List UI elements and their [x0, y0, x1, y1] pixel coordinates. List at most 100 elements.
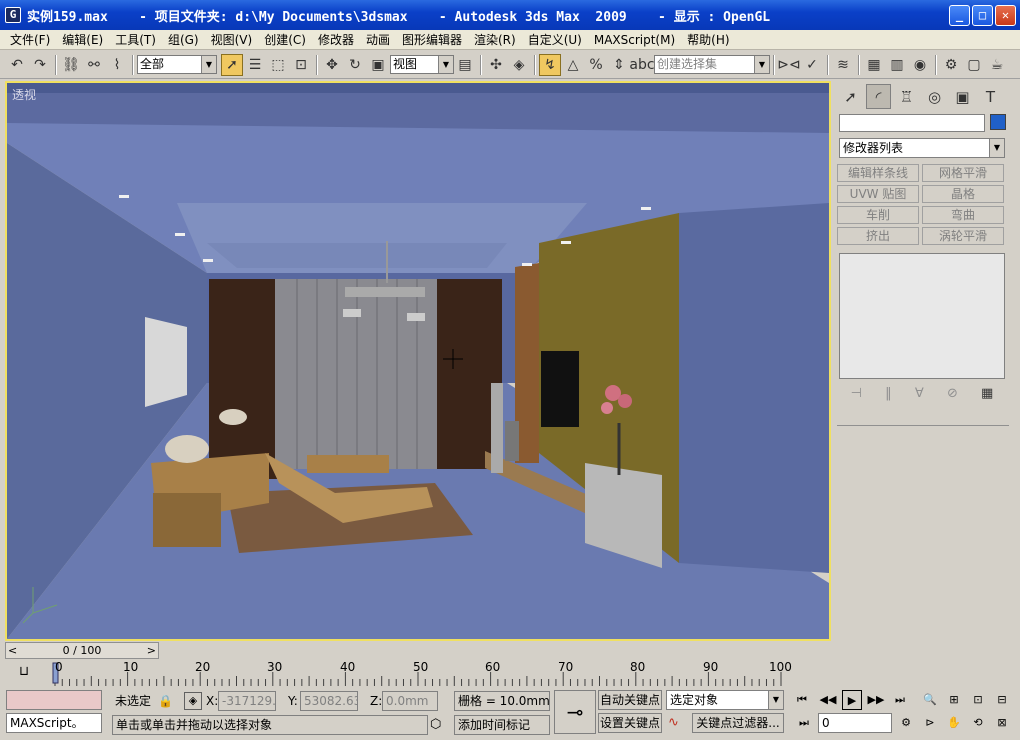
hierarchy-tab-icon[interactable]: ♖	[894, 84, 919, 109]
window-crossing-icon[interactable]: ⊡	[290, 54, 312, 76]
display-tab-icon[interactable]: ▣	[950, 84, 975, 109]
set-key-button[interactable]: 设置关键点	[598, 713, 662, 733]
turbosmooth-button[interactable]: 涡轮平滑	[922, 227, 1004, 245]
track-filter-icon[interactable]: ⊔	[19, 664, 29, 679]
reference-coordinate-dropdown[interactable]: 视图 ▼	[390, 55, 454, 74]
add-time-tag-icon[interactable]: ⬡	[430, 717, 441, 732]
perspective-viewport[interactable]: 透视	[5, 81, 831, 641]
menu-file[interactable]: 文件(F)	[4, 31, 56, 48]
spinner-snap-icon[interactable]: ⇕	[608, 54, 630, 76]
minimize-button[interactable]: _	[949, 5, 970, 26]
menu-tools[interactable]: 工具(T)	[109, 31, 162, 48]
key-mode-toggle-icon[interactable]: ⏭	[794, 713, 814, 733]
layer-manager-icon[interactable]: ≋	[832, 54, 854, 76]
zoom-extents-all-icon[interactable]: ⊟	[992, 690, 1012, 710]
zoom-extents-icon[interactable]: ⊡	[968, 690, 988, 710]
create-tab-icon[interactable]: ➚	[838, 84, 863, 109]
menu-rendering[interactable]: 渲染(R)	[468, 31, 522, 48]
utilities-tab-icon[interactable]: T	[978, 84, 1003, 109]
auto-key-button[interactable]: 自动关键点	[598, 690, 662, 710]
lock-icon[interactable]: 🔒	[158, 694, 173, 708]
play-icon[interactable]: ▶	[842, 690, 862, 710]
menu-graph-editors[interactable]: 图形编辑器	[396, 31, 468, 48]
redo-icon[interactable]: ↷	[29, 54, 51, 76]
select-link-icon[interactable]: ⛓	[60, 54, 82, 76]
rect-selection-region-icon[interactable]: ⬚	[267, 54, 289, 76]
current-frame-field[interactable]: 0	[818, 713, 892, 733]
angle-snap-icon[interactable]: △	[562, 54, 584, 76]
select-rotate-icon[interactable]: ↻	[344, 54, 366, 76]
close-button[interactable]: ✕	[995, 5, 1016, 26]
object-name-input[interactable]	[839, 114, 985, 132]
select-object-icon[interactable]: ➚	[221, 53, 243, 76]
key-filters-button[interactable]: 关键点过滤器...	[692, 713, 784, 733]
zoom-icon[interactable]: 🔍	[920, 690, 940, 710]
add-time-tag[interactable]: 添加时间标记	[454, 715, 550, 735]
uvw-map-button[interactable]: UVW 贴图	[837, 185, 919, 203]
menu-animation[interactable]: 动画	[360, 31, 396, 48]
keyboard-shortcut-override-icon[interactable]: ◈	[508, 54, 530, 76]
default-tangents-icon[interactable]: ∿	[668, 715, 679, 730]
app-icon[interactable]: G	[5, 7, 21, 23]
time-configuration-icon[interactable]: ⚙	[896, 713, 916, 733]
maximize-button[interactable]: □	[972, 5, 993, 26]
named-selection-sets-dropdown[interactable]: 创建选择集 ▼	[654, 55, 770, 74]
x-coordinate-field[interactable]: -317129.59	[218, 691, 276, 711]
meshsmooth-button[interactable]: 网格平滑	[922, 164, 1004, 182]
viewport-label[interactable]: 透视	[12, 86, 36, 103]
maximize-viewport-icon[interactable]: ⊠	[992, 713, 1012, 733]
render-production-icon[interactable]: ☕	[986, 54, 1008, 76]
maxscript-input[interactable]: MAXScript。	[6, 713, 102, 733]
bend-button[interactable]: 弯曲	[922, 206, 1004, 224]
menu-customize[interactable]: 自定义(U)	[522, 31, 588, 48]
configure-modifier-sets-icon[interactable]: ▦	[981, 386, 993, 401]
maxscript-mini-listener[interactable]	[6, 690, 102, 710]
go-to-end-icon[interactable]: ⏭	[890, 690, 910, 710]
manipulate-icon[interactable]: ✣	[485, 54, 507, 76]
extrude-button[interactable]: 挤出	[837, 227, 919, 245]
pan-view-icon[interactable]: ✋	[944, 713, 964, 733]
menu-help[interactable]: 帮助(H)	[681, 31, 735, 48]
make-unique-icon[interactable]: ∀	[915, 386, 924, 401]
motion-tab-icon[interactable]: ◎	[922, 84, 947, 109]
track-bar[interactable]: ⊔ 0 10 20 30 40 50 60 70 80 90 100	[5, 660, 831, 686]
select-by-name-icon[interactable]: ☰	[244, 54, 266, 76]
mirror-icon[interactable]: ⊳⊲	[777, 54, 800, 76]
menu-modifiers[interactable]: 修改器	[312, 31, 360, 48]
absolute-mode-icon[interactable]: ◈	[184, 692, 202, 710]
percent-snap-icon[interactable]: %	[585, 54, 607, 76]
select-scale-icon[interactable]: ▣	[367, 54, 389, 76]
previous-frame-icon[interactable]: ◀◀	[818, 690, 838, 710]
orbit-icon[interactable]: ⟲	[968, 713, 988, 733]
object-color-swatch[interactable]	[990, 114, 1006, 130]
menu-create[interactable]: 创建(C)	[258, 31, 312, 48]
menu-edit[interactable]: 编辑(E)	[56, 31, 109, 48]
y-coordinate-field[interactable]: 53082.637	[300, 691, 358, 711]
material-editor-icon[interactable]: ◉	[909, 54, 931, 76]
menu-group[interactable]: 组(G)	[162, 31, 205, 48]
modifier-stack[interactable]	[839, 253, 1005, 379]
key-mode-dropdown[interactable]: 选定对象 ▼	[666, 690, 784, 710]
snaps-toggle-icon[interactable]: ↯	[539, 53, 561, 76]
rendered-frame-window-icon[interactable]: ▢	[963, 54, 985, 76]
edit-spline-button[interactable]: 编辑样条线	[837, 164, 919, 182]
edit-named-selection-icon[interactable]: abc	[629, 54, 654, 76]
zoom-all-icon[interactable]: ⊞	[944, 690, 964, 710]
time-next-icon[interactable]: >	[147, 644, 156, 657]
field-of-view-icon[interactable]: ⊳	[920, 713, 940, 733]
modify-tab-icon[interactable]: ◜	[866, 84, 891, 109]
schematic-view-icon[interactable]: ▥	[886, 54, 908, 76]
pivot-center-icon[interactable]: ▤	[454, 54, 476, 76]
go-to-start-icon[interactable]: ⏮	[792, 690, 812, 710]
menu-maxscript[interactable]: MAXScript(M)	[588, 33, 681, 47]
z-coordinate-field[interactable]: 0.0mm	[382, 691, 438, 711]
pin-stack-icon[interactable]: ⊣	[851, 386, 862, 401]
time-slider[interactable]: < 0 / 100 >	[5, 642, 159, 659]
bind-space-warp-icon[interactable]: ⌇	[106, 54, 128, 76]
remove-modifier-icon[interactable]: ⊘	[947, 386, 958, 401]
lattice-button[interactable]: 晶格	[922, 185, 1004, 203]
set-key-icon[interactable]: ⊸	[554, 690, 596, 734]
unlink-icon[interactable]: ⚯	[83, 54, 105, 76]
render-setup-icon[interactable]: ⚙	[940, 54, 962, 76]
align-icon[interactable]: ✓	[801, 54, 823, 76]
